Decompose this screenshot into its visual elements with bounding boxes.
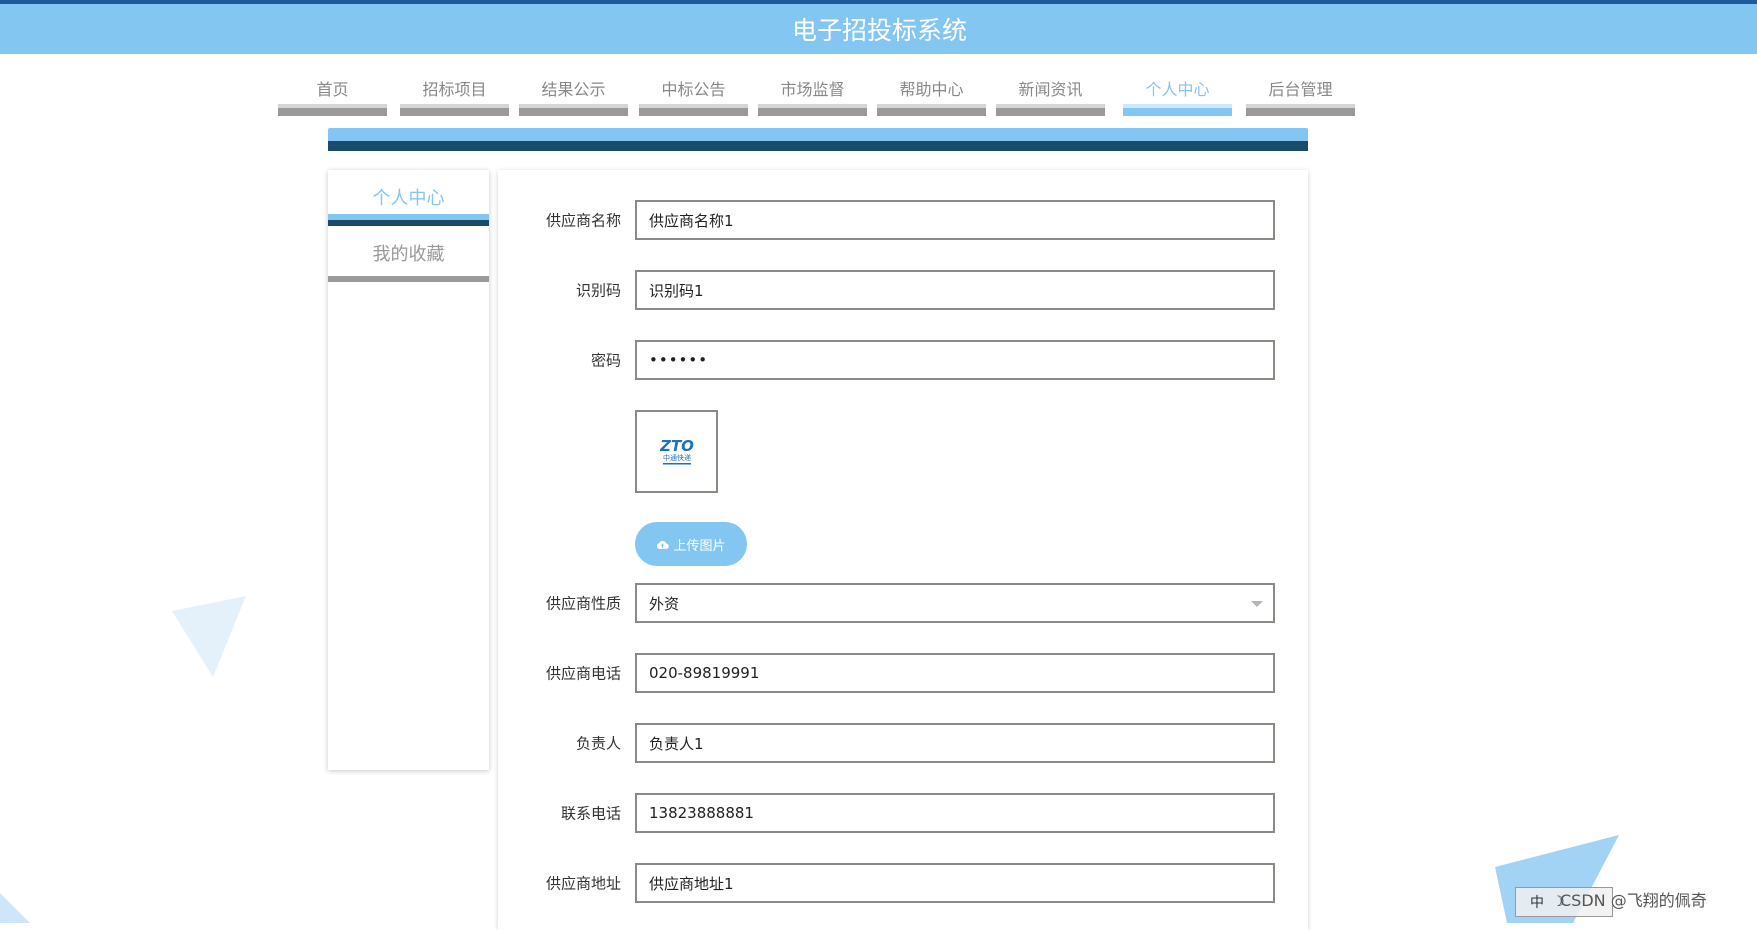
site-header: 电子招投标系统 <box>0 4 1757 54</box>
field-label: 供应商地址 <box>545 874 621 893</box>
field-label: 负责人 <box>575 734 621 753</box>
site-title: 电子招投标系统 <box>791 16 967 45</box>
nav-item-label: 结果公示 <box>541 80 606 99</box>
field-label: 密码 <box>590 351 621 370</box>
csdn-watermark: CSDN @飞翔的佩奇 <box>1560 891 1707 910</box>
password-input[interactable]: •••••• <box>635 340 1275 380</box>
nav-item-label: 个人中心 <box>1145 80 1210 99</box>
form-row-contact-phone: 联系电话 13823888881 <box>498 793 1308 833</box>
logo-text: ZTO <box>659 437 694 455</box>
form-row-supplier-name: 供应商名称 供应商名称1 <box>498 200 1308 240</box>
nav-item-label: 中标公告 <box>661 80 726 99</box>
id-code-input[interactable]: 识别码1 <box>635 270 1275 310</box>
field-label: 供应商性质 <box>545 594 621 613</box>
form-row-password: 密码 •••••• <box>498 340 1308 380</box>
nav-item-label: 招标项目 <box>422 80 487 99</box>
nav-item-help-center[interactable]: 帮助中心 <box>877 70 986 116</box>
nav-item-label: 帮助中心 <box>899 80 964 99</box>
nav-item-bidding-projects[interactable]: 招标项目 <box>400 70 509 116</box>
nav-item-label: 首页 <box>316 80 349 99</box>
form-row-supplier-phone: 供应商电话 020-89819991 <box>498 653 1308 693</box>
supplier-phone-input[interactable]: 020-89819991 <box>635 653 1275 693</box>
profile-form: 供应商名称 供应商名称1 识别码 识别码1 密码 •••••• ZTO 中通快递… <box>498 170 1308 930</box>
nav-item-personal-center[interactable]: 个人中心 <box>1123 70 1232 116</box>
nav-item-label: 新闻资讯 <box>1018 80 1083 99</box>
zto-logo-image: ZTO 中通快递 <box>659 437 694 464</box>
nav-item-result-publicity[interactable]: 结果公示 <box>519 70 628 116</box>
field-label: 识别码 <box>575 281 621 300</box>
upload-image-button[interactable]: 上传图片 <box>635 522 747 566</box>
nav-item-label: 后台管理 <box>1268 80 1333 99</box>
form-row-id-code: 识别码 识别码1 <box>498 270 1308 310</box>
sidebar-item-personal-center[interactable]: 个人中心 <box>328 170 489 226</box>
form-row-supplier-type: 供应商性质 外资 <box>498 583 1308 623</box>
form-row-supplier-address: 供应商地址 供应商地址1 <box>498 863 1308 903</box>
nav-item-label: 市场监督 <box>780 80 845 99</box>
supplier-type-select[interactable]: 外资 <box>635 583 1275 623</box>
nav-item-market-supervision[interactable]: 市场监督 <box>758 70 867 116</box>
sidebar-item-label: 个人中心 <box>372 188 445 209</box>
sidebar: 个人中心 我的收藏 <box>328 170 489 770</box>
supplier-image-preview[interactable]: ZTO 中通快递 <box>635 410 718 493</box>
sidebar-item-label: 我的收藏 <box>372 244 445 265</box>
nav-item-admin[interactable]: 后台管理 <box>1246 70 1355 116</box>
decor-triangle-bottom-left <box>0 893 30 923</box>
section-banner-bar <box>328 128 1308 151</box>
field-label: 联系电话 <box>560 804 621 823</box>
contact-person-input[interactable]: 负责人1 <box>635 723 1275 763</box>
contact-phone-input[interactable]: 13823888881 <box>635 793 1275 833</box>
cloud-upload-icon <box>657 540 670 549</box>
logo-subtext: 中通快递 <box>663 453 691 462</box>
decor-triangle-left <box>172 596 246 677</box>
supplier-name-input[interactable]: 供应商名称1 <box>635 200 1275 240</box>
nav-item-winning-announcements[interactable]: 中标公告 <box>639 70 748 116</box>
nav-item-news[interactable]: 新闻资讯 <box>996 70 1105 116</box>
field-label: 供应商名称 <box>545 211 621 230</box>
sidebar-item-favorites[interactable]: 我的收藏 <box>328 226 489 282</box>
form-row-contact-person: 负责人 负责人1 <box>498 723 1308 763</box>
nav-item-home[interactable]: 首页 <box>278 70 387 116</box>
upload-button-label: 上传图片 <box>673 538 726 554</box>
ime-mode-label: 中 <box>1530 895 1544 911</box>
chevron-down-icon <box>1251 601 1263 607</box>
select-value: 外资 <box>649 594 680 613</box>
supplier-address-input[interactable]: 供应商地址1 <box>635 863 1275 903</box>
field-label: 供应商电话 <box>545 664 621 683</box>
